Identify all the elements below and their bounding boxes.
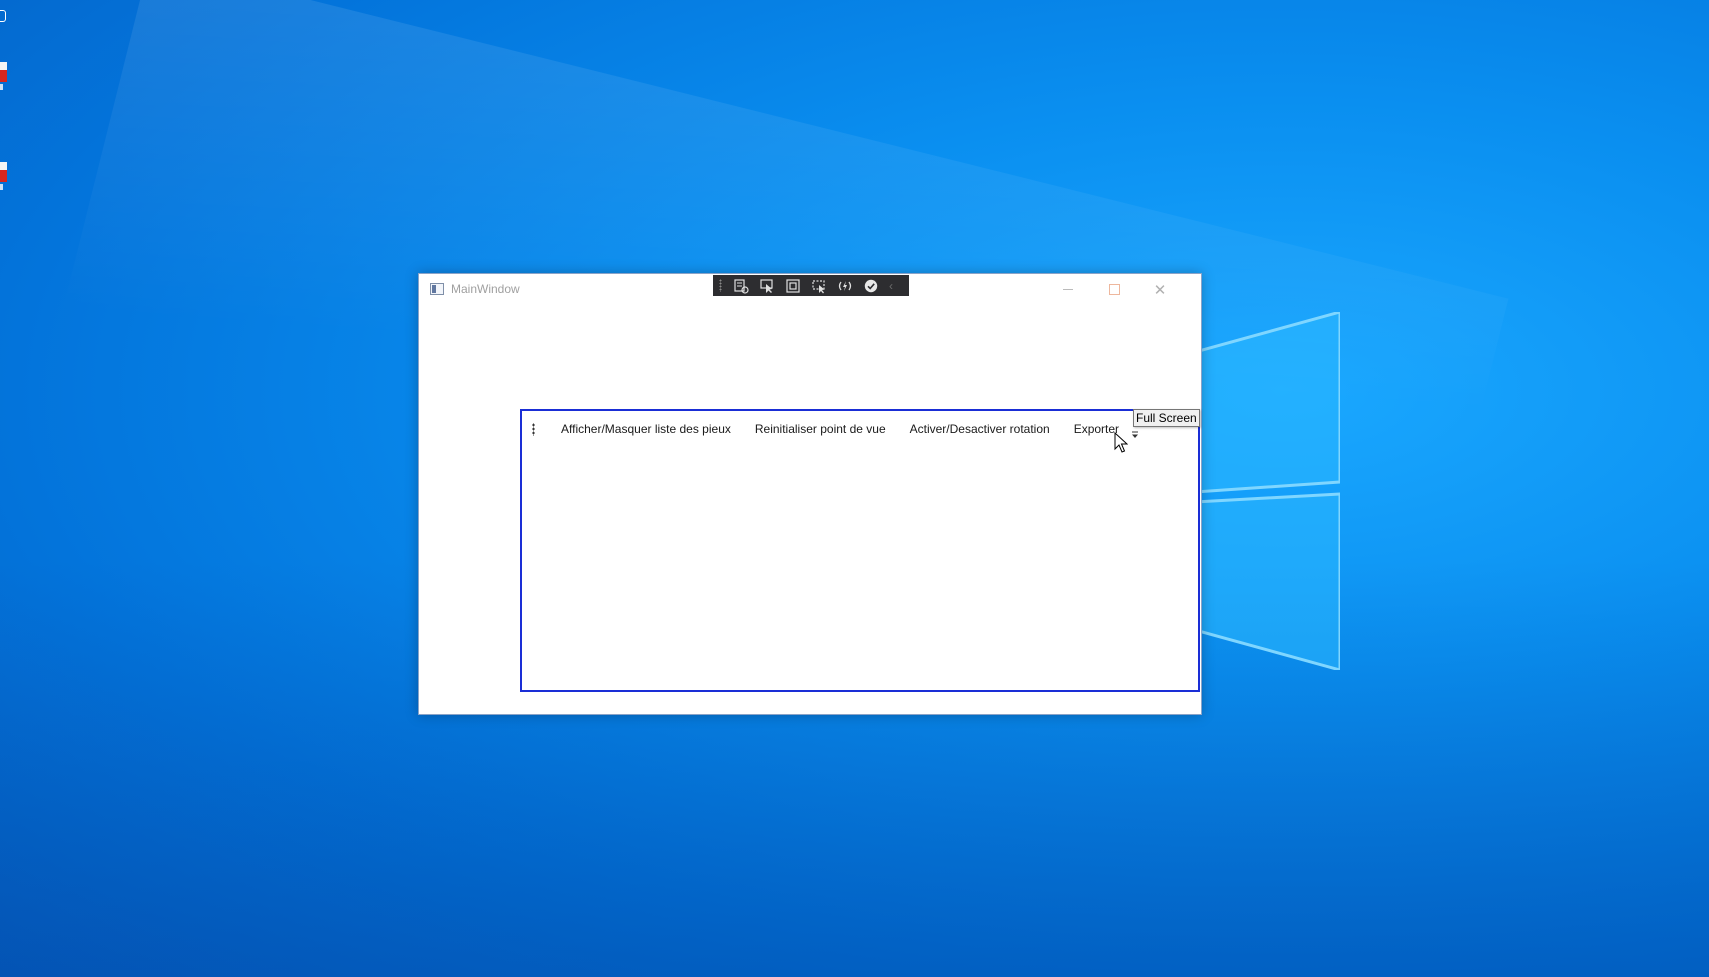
debug-toolbar-grip[interactable] bbox=[719, 279, 722, 292]
desktop-file-icon[interactable] bbox=[0, 162, 7, 190]
display-layout-adorners-icon[interactable] bbox=[780, 275, 806, 296]
mouse-cursor-icon bbox=[1114, 432, 1128, 454]
viewport-toolbar: Afficher/Masquer liste des pieux Reiniti… bbox=[522, 411, 1198, 447]
full-screen-tooltip: Full Screen bbox=[1133, 409, 1200, 427]
desktop-icon-partial-top[interactable] bbox=[0, 10, 6, 22]
live-visual-tree-icon[interactable] bbox=[728, 275, 754, 296]
toggle-rotation-button[interactable]: Activer/Desactiver rotation bbox=[898, 418, 1062, 440]
toggle-pile-list-button[interactable]: Afficher/Masquer liste des pieux bbox=[549, 418, 743, 440]
maximize-button[interactable] bbox=[1091, 274, 1137, 305]
reset-view-button[interactable]: Reinitialiser point de vue bbox=[743, 418, 898, 440]
window-content: Afficher/Masquer liste des pieux Reiniti… bbox=[419, 305, 1201, 714]
viewport-panel[interactable]: Afficher/Masquer liste des pieux Reiniti… bbox=[520, 409, 1200, 692]
track-focused-element-icon[interactable] bbox=[806, 275, 832, 296]
windows-logo-wallpaper bbox=[1195, 312, 1340, 670]
hot-reload-icon[interactable] bbox=[832, 275, 858, 296]
chevron-left-icon[interactable]: ‹ bbox=[884, 275, 898, 296]
select-element-icon[interactable] bbox=[754, 275, 780, 296]
desktop: MainWindow ‹ ✕ Afficher/Masquer liste de… bbox=[0, 0, 1709, 977]
overflow-chevron-icon[interactable] bbox=[1130, 430, 1140, 440]
close-icon: ✕ bbox=[1153, 281, 1167, 299]
window-title: MainWindow bbox=[451, 282, 520, 296]
close-button[interactable]: ✕ bbox=[1137, 274, 1183, 305]
minimize-button[interactable] bbox=[1045, 274, 1091, 305]
binding-failures-icon[interactable] bbox=[858, 275, 884, 296]
main-window: MainWindow ‹ ✕ Afficher/Masquer liste de… bbox=[418, 273, 1202, 715]
app-window-icon bbox=[430, 283, 444, 295]
desktop-file-icon[interactable] bbox=[0, 62, 7, 90]
minimize-icon bbox=[1063, 289, 1073, 290]
toolbar-grip[interactable] bbox=[532, 422, 535, 436]
maximize-icon bbox=[1108, 284, 1120, 295]
title-bar[interactable]: MainWindow ‹ ✕ bbox=[419, 274, 1201, 305]
xaml-debug-toolbar: ‹ bbox=[713, 275, 909, 296]
